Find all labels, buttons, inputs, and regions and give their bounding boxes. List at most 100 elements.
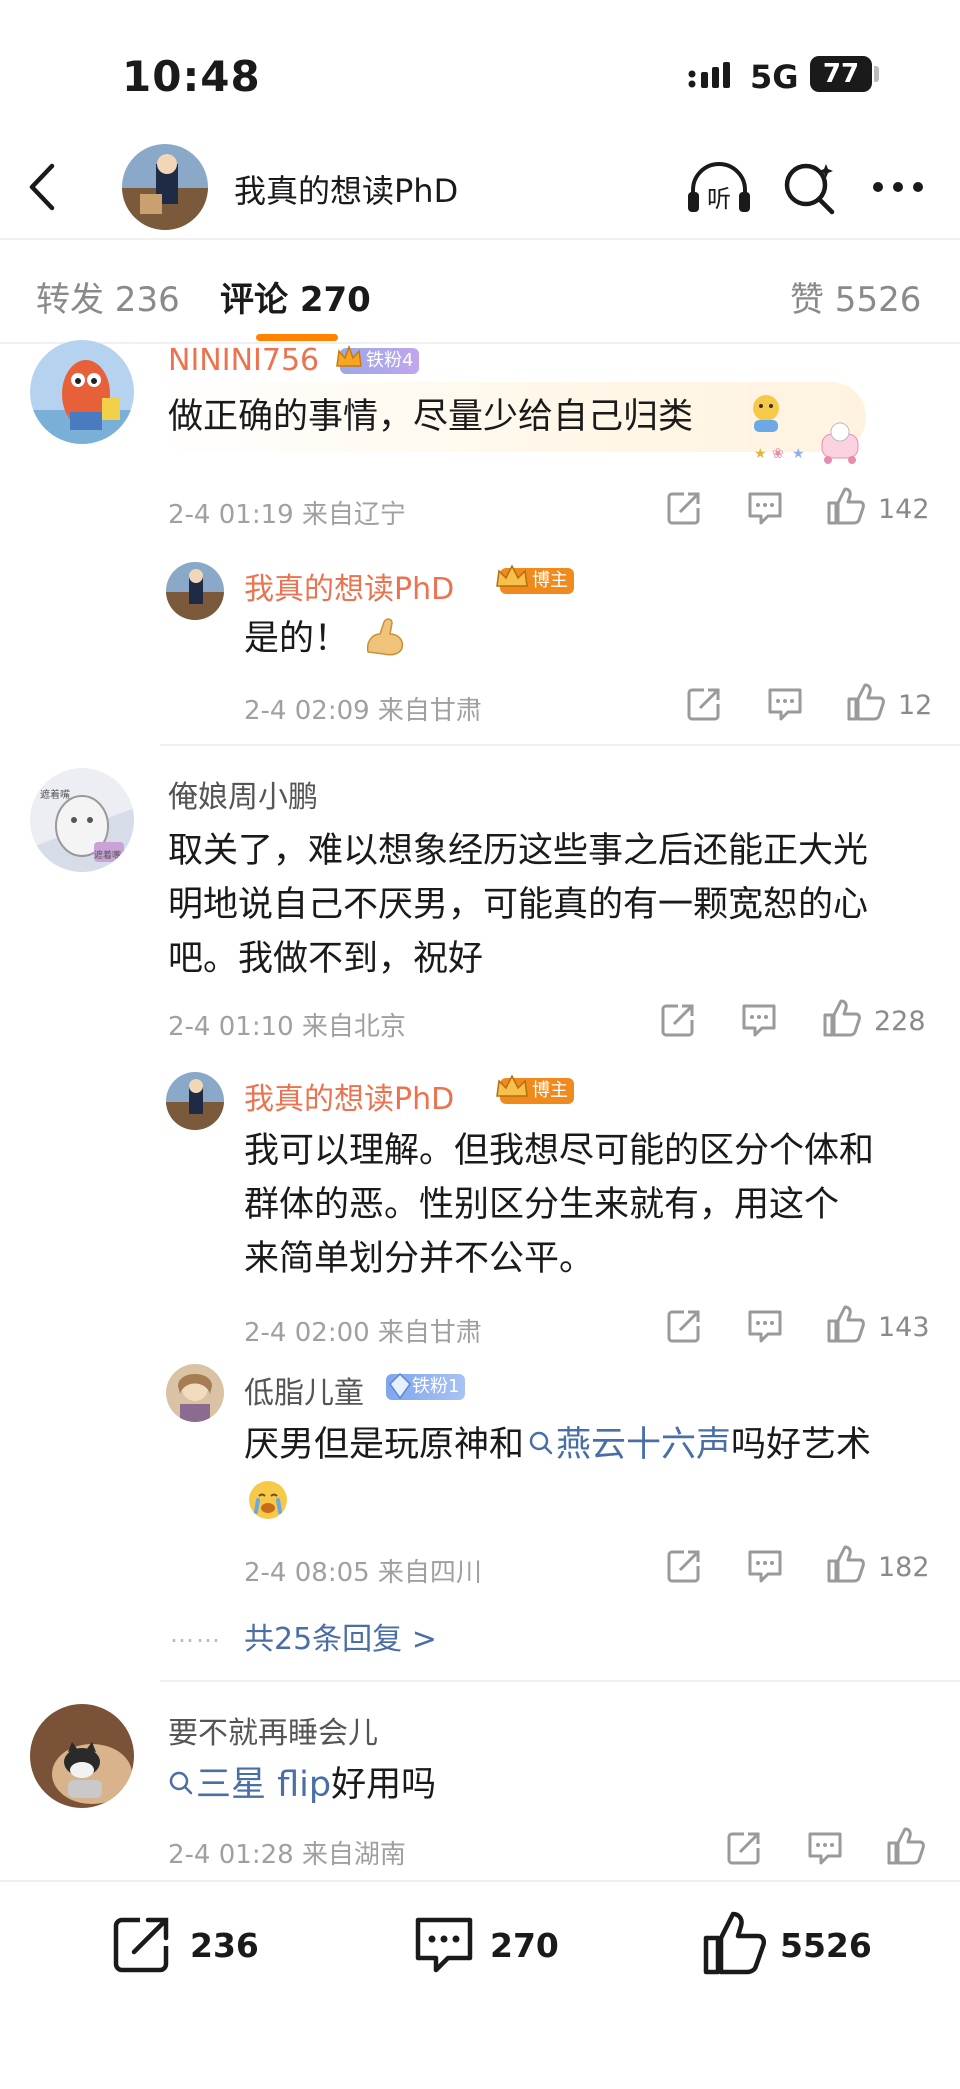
share-icon[interactable] (726, 1830, 762, 1866)
reply-text: 是的！ (244, 619, 350, 659)
svg-text:❀: ❀ (772, 446, 784, 462)
like-count: 228 (874, 1006, 926, 1037)
comment-meta: 2-4 01:28 来自湖南 (168, 1840, 406, 1870)
like-icon[interactable] (846, 682, 886, 722)
like-count: 182 (878, 1552, 930, 1583)
listen-icon[interactable]: 听 (686, 160, 752, 216)
comment-username[interactable]: 要不就再睡会儿 (168, 1708, 378, 1752)
more-replies-dots: …… (170, 1620, 222, 1648)
like-count: 143 (878, 1312, 930, 1343)
reply-text-line: 群体的恶。性别区分生来就有，用这个 (244, 1185, 840, 1225)
reply-meta: 2-4 02:09 来自甘肃 (244, 696, 482, 726)
battery-tip (874, 66, 879, 82)
reply-avatar[interactable] (166, 1072, 224, 1130)
like-count: 12 (898, 690, 933, 721)
svg-text:★: ★ (754, 446, 767, 462)
like-icon[interactable] (826, 486, 866, 526)
like-icon[interactable] (826, 1304, 866, 1344)
more-replies-link[interactable]: 共25条回复 > (244, 1614, 437, 1658)
crown-icon (494, 562, 530, 592)
comment-username[interactable]: NININI756 (168, 343, 319, 378)
reply-username[interactable]: 我真的想读PhD (244, 564, 454, 608)
header-avatar[interactable] (122, 144, 208, 230)
share-icon[interactable] (666, 490, 702, 526)
reply-text-line: 我可以理解。但我想尽可能的区分个体和 (244, 1131, 875, 1171)
reply-icon[interactable] (746, 1308, 784, 1344)
share-icon[interactable] (660, 1002, 696, 1038)
header-title[interactable]: 我真的想读PhD (234, 166, 458, 212)
comment-text: 三星 flip好用吗 (168, 1758, 436, 1812)
tabs-divider (0, 342, 960, 344)
tab-comments[interactable]: 评论 270 (220, 272, 371, 321)
like-count: 142 (878, 494, 930, 525)
search-icon (528, 1430, 554, 1456)
comment-meta: 2-4 01:10 来自北京 (168, 1012, 406, 1042)
like-icon[interactable] (886, 1826, 926, 1866)
diamond-icon (388, 1372, 412, 1400)
comment-divider (160, 1680, 960, 1682)
avatar[interactable] (30, 1704, 134, 1808)
fan-badge: 铁粉1 (386, 1372, 466, 1400)
network-type: 5G (750, 58, 799, 96)
share-icon[interactable] (666, 1308, 702, 1344)
comment-divider (160, 744, 960, 746)
avatar[interactable]: 遮着嘴 遮着嘴 (30, 768, 134, 872)
reply-username[interactable]: 我真的想读PhD (244, 1074, 454, 1118)
comment-text-line: 吧。我做不到，祝好 (168, 939, 484, 979)
blogger-badge: 博主 (496, 564, 574, 594)
reply-meta: 2-4 02:00 来自甘肃 (244, 1318, 482, 1348)
bottom-comment-icon[interactable] (412, 1914, 476, 1976)
search-icon (168, 1770, 194, 1796)
bottom-like-count[interactable]: 5526 (780, 1926, 872, 1965)
sticker-decoration-icon: ★ ❀ ★ (752, 420, 872, 468)
reply-icon[interactable] (806, 1830, 844, 1866)
bottom-action-bar (0, 1880, 960, 2089)
reply-icon[interactable] (766, 686, 804, 722)
crying-emoji-icon (246, 1478, 290, 1522)
bottom-repost-count[interactable]: 236 (190, 1926, 259, 1965)
bottom-repost-icon[interactable] (110, 1914, 172, 1976)
reply-icon[interactable] (746, 490, 784, 526)
muscle-emoji-icon (362, 614, 408, 660)
like-icon[interactable] (826, 1544, 866, 1584)
reply-icon[interactable] (746, 1548, 784, 1584)
topic-link[interactable]: 燕云十六声 (524, 1425, 731, 1465)
status-time: 10:48 (122, 52, 261, 101)
reply-avatar[interactable] (166, 1364, 224, 1422)
crown-icon (334, 342, 364, 372)
blogger-badge: 博主 (496, 1074, 574, 1104)
bottom-like-icon[interactable] (702, 1910, 766, 1976)
svg-text:★: ★ (792, 446, 805, 462)
comment-text-line: 取关了，难以想象经历这些事之后还能正大光 (168, 831, 869, 871)
back-icon[interactable] (24, 162, 60, 212)
tab-indicator (256, 334, 338, 341)
crown-icon (494, 1072, 530, 1102)
comment-meta: 2-4 01:19 来自辽宁 (168, 500, 406, 530)
topic-link[interactable]: 三星 flip (168, 1765, 331, 1805)
comment-username[interactable]: 俺娘周小鹏 (168, 772, 318, 816)
avatar[interactable] (30, 340, 134, 444)
signal-icon (688, 60, 740, 90)
search-icon[interactable] (782, 160, 838, 216)
bottom-comment-count[interactable]: 270 (490, 1926, 559, 1965)
share-icon[interactable] (686, 686, 722, 722)
more-icon[interactable] (872, 180, 924, 194)
fan-badge: 铁粉4 (336, 344, 420, 374)
reply-text-line: 来简单划分并不公平。 (244, 1239, 595, 1279)
svg-text:遮着嘴: 遮着嘴 (40, 788, 70, 801)
comment-text: 做正确的事情，尽量少给自己归类 (168, 397, 694, 437)
reply-icon[interactable] (740, 1002, 778, 1038)
like-icon[interactable] (822, 998, 862, 1038)
svg-text:听: 听 (707, 185, 731, 213)
reply-avatar[interactable] (166, 562, 224, 620)
reply-text: 厌男但是玩原神和 燕云十六声吗好艺术 (244, 1425, 872, 1465)
battery-icon: 77 (810, 56, 872, 92)
reply-username[interactable]: 低脂儿童 (244, 1368, 364, 1412)
tab-repost[interactable]: 转发 236 (36, 272, 180, 321)
header-divider (0, 238, 960, 240)
share-icon[interactable] (666, 1548, 702, 1584)
comment-text-line: 明地说自己不厌男，可能真的有一颗宽恕的心 (168, 885, 869, 925)
svg-text:遮着嘴: 遮着嘴 (94, 849, 121, 861)
reply-meta: 2-4 08:05 来自四川 (244, 1558, 482, 1588)
tab-likes[interactable]: 赞 5526 (790, 272, 921, 321)
